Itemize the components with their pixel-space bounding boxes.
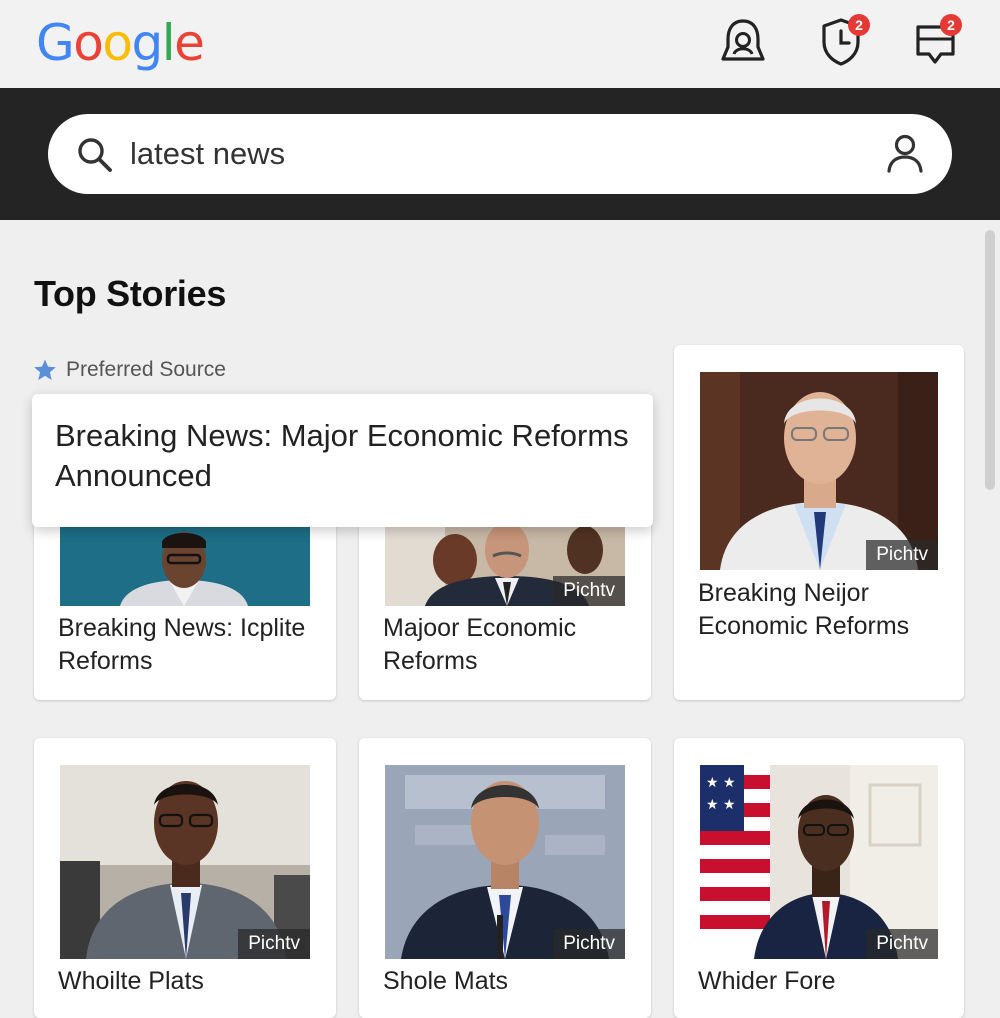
logo-letter: o [73, 14, 104, 72]
logo-letter: e [174, 14, 205, 72]
popup-headline[interactable]: Breaking News: Major Economic Reforms An… [55, 416, 645, 496]
logo-letter: G [36, 14, 75, 72]
flag-icon: ★ ★ ★ ★ [700, 765, 770, 959]
news-card[interactable]: Pichtv Shole Mats [359, 738, 651, 1018]
star-icon [34, 359, 56, 380]
svg-text:★ ★: ★ ★ [706, 775, 736, 791]
message-badge: 2 [940, 14, 962, 36]
card-title[interactable]: Breaking Neijor Economic Reforms [698, 577, 948, 643]
news-thumbnail: ★ ★ ★ ★ Pichtv [700, 765, 938, 959]
card-title[interactable]: Whider Fore [698, 965, 948, 998]
source-tag: Pichtv [553, 576, 625, 606]
news-card[interactable]: Breaking News: Icplite Reforms [34, 500, 336, 700]
news-card[interactable]: ★ ★ ★ ★ Pichtv Whider Fore [674, 738, 964, 1018]
news-card[interactable]: Pichtv Majoor Economic Reforms [359, 500, 651, 700]
google-logo[interactable]: Google [36, 12, 205, 74]
headline-popup[interactable]: Breaking News: Major Economic Reforms An… [32, 394, 653, 527]
preferred-source-label: Preferred Source [66, 358, 226, 381]
search-band: latest news [0, 88, 1000, 220]
bell-icon [721, 19, 765, 61]
logo-letter: o [102, 14, 133, 72]
news-card[interactable]: Pichtv Breaking Neijor Economic Reforms [674, 345, 964, 700]
news-thumbnail: Pichtv [60, 765, 310, 959]
svg-text:★ ★: ★ ★ [706, 797, 736, 813]
clock-shield-button[interactable]: 2 [816, 14, 870, 70]
scrollbar[interactable] [985, 230, 995, 490]
search-bar[interactable]: latest news [48, 114, 952, 194]
logo-letter: l [161, 14, 176, 72]
account-icon[interactable] [884, 133, 926, 175]
top-bar: Google 2 2 [0, 0, 1000, 88]
news-card[interactable]: Pichtv Whoilte Plats [34, 738, 336, 1018]
news-thumbnail: Pichtv [385, 765, 625, 959]
logo-letter: g [131, 14, 163, 72]
card-title[interactable]: Whoilte Plats [58, 965, 328, 998]
message-button[interactable]: 2 [912, 14, 962, 70]
notification-badge: 2 [848, 14, 870, 36]
news-thumbnail [60, 520, 310, 606]
card-title[interactable]: Shole Mats [383, 965, 643, 998]
preferred-source: Preferred Source [33, 356, 226, 384]
bell-icon-button[interactable] [718, 14, 768, 70]
news-thumbnail: Pichtv [700, 372, 938, 570]
card-title[interactable]: Breaking News: Icplite Reforms [58, 612, 328, 678]
source-tag: Pichtv [553, 929, 625, 959]
source-tag: Pichtv [866, 540, 938, 570]
search-input[interactable]: latest news [130, 134, 285, 174]
news-thumbnail: Pichtv [385, 520, 625, 606]
section-title: Top Stories [34, 273, 227, 314]
source-tag: Pichtv [866, 929, 938, 959]
card-title[interactable]: Majoor Economic Reforms [383, 612, 643, 678]
search-icon[interactable] [76, 136, 114, 174]
source-tag: Pichtv [238, 929, 310, 959]
